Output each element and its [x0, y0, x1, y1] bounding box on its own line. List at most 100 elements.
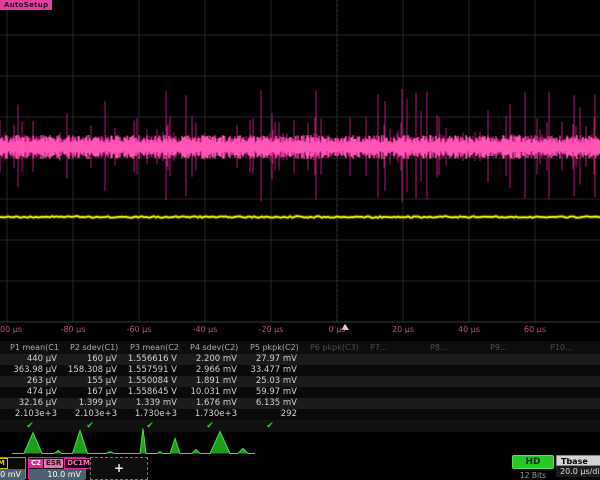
- measure-value-row: 2.103e+32.103e+31.730e+31.730e+3292: [0, 409, 600, 420]
- time-axis-label: -40 µs: [193, 325, 218, 334]
- measure-value: 1.676 mV: [180, 398, 240, 409]
- time-axis-label: -20 µs: [259, 325, 284, 334]
- measure-value: [540, 409, 600, 420]
- measure-header-row: P1 mean(C1)P2 sdev(C1)P3 mean(C2)P4 sdev…: [0, 341, 600, 354]
- measure-value: 2.966 mV: [180, 365, 240, 376]
- c2-descriptor-top: C2 ESR DC1M: [29, 458, 85, 469]
- measure-value: [480, 376, 540, 387]
- measure-value: 158.308 µV: [60, 365, 120, 376]
- measure-value: [360, 354, 420, 365]
- measure-value: [300, 409, 360, 420]
- measure-value: 160 µV: [60, 354, 120, 365]
- tbase-scale: 20.0 µs/div: [556, 466, 600, 477]
- add-trace-button[interactable]: +: [90, 457, 148, 480]
- tbase-label: Tbase: [556, 455, 600, 466]
- time-axis-label: 60 µs: [524, 325, 546, 334]
- measure-value: 32.16 µV: [0, 398, 60, 409]
- measure-value: 1.556616 V: [120, 354, 180, 365]
- histogram-trace: [12, 429, 255, 454]
- timebase-descriptor[interactable]: Tbase 20.0 µs/div: [556, 455, 600, 479]
- hd-mode-group: HD 12 Bits: [512, 455, 554, 480]
- measure-header-p5[interactable]: P5 pkpk(C2): [240, 341, 300, 354]
- c2-coupling-tag: DC1M: [64, 458, 93, 469]
- measure-value: [420, 354, 480, 365]
- measure-value: 1.558645 V: [120, 387, 180, 398]
- measure-header-p3[interactable]: P3 mean(C2): [120, 341, 180, 354]
- measure-value: [540, 376, 600, 387]
- measure-header-p10...[interactable]: P10...: [540, 341, 600, 354]
- measure-value: [300, 398, 360, 409]
- c2-scale-value: 10.0 mV: [29, 469, 85, 480]
- time-axis: -100 µs-80 µs-60 µs-40 µs-20 µs0 µs20 µs…: [0, 322, 600, 338]
- measure-value-row: 32.16 µV1.399 µV1.339 mV1.676 mV6.135 mV: [0, 398, 600, 409]
- measure-value: [540, 354, 600, 365]
- measure-value: [480, 398, 540, 409]
- channel-c1-descriptor[interactable]: C1 DC1M 10.0 mV: [0, 457, 26, 479]
- time-axis-label: -100 µs: [0, 325, 22, 334]
- measure-header-p1[interactable]: P1 mean(C1): [0, 341, 60, 354]
- measure-value: 59.97 mV: [240, 387, 300, 398]
- measure-value: 263 µV: [0, 376, 60, 387]
- oscilloscope-screen: AutoSetup -100 µs -80 µs -60 µs -40 µs -20 µ…: [0, 0, 600, 480]
- measure-value: 292: [240, 409, 300, 420]
- measure-value: 474 µV: [0, 387, 60, 398]
- adc-bits-label: 12 Bits: [512, 471, 554, 480]
- measure-value: [300, 376, 360, 387]
- measure-value: [300, 365, 360, 376]
- measure-value: [480, 409, 540, 420]
- measure-header-p8...[interactable]: P8...: [420, 341, 480, 354]
- time-axis-label: 40 µs: [458, 325, 480, 334]
- measure-header-p6[interactable]: P6 pkpk(C3): [300, 341, 360, 354]
- measure-value: [360, 376, 420, 387]
- measure-value: 2.103e+3: [0, 409, 60, 420]
- c1-scale-value: 10.0 mV: [0, 469, 25, 480]
- measurement-table: P1 mean(C1)P2 sdev(C1)P3 mean(C2)P4 sdev…: [0, 341, 600, 432]
- measure-value-row: 440 µV160 µV1.556616 V2.200 mV27.97 mV: [0, 354, 600, 365]
- measure-value-row: 263 µV155 µV1.550084 V1.891 mV25.03 mV: [0, 376, 600, 387]
- measure-value: 155 µV: [60, 376, 120, 387]
- measure-header-p4[interactable]: P4 sdev(C2): [180, 341, 240, 354]
- measure-value: 167 µV: [60, 387, 120, 398]
- measure-value: 1.339 mV: [120, 398, 180, 409]
- hd-badge[interactable]: HD: [512, 455, 554, 469]
- measure-header-p2[interactable]: P2 sdev(C1): [60, 341, 120, 354]
- measure-value: [420, 387, 480, 398]
- descriptor-bar: C1 DC1M 10.0 mV C2 ESR DC1M 10.0 mV + HD…: [0, 457, 600, 480]
- measure-value: 1.730e+3: [120, 409, 180, 420]
- measure-value-row: 474 µV167 µV1.558645 V10.031 mV59.97 mV: [0, 387, 600, 398]
- c1-coupling-tag: DC1M: [0, 458, 8, 469]
- measure-header-p9...[interactable]: P9...: [480, 341, 540, 354]
- measure-value: [420, 365, 480, 376]
- measure-value: 25.03 mV: [240, 376, 300, 387]
- time-axis-label: -60 µs: [127, 325, 152, 334]
- measure-value: [480, 365, 540, 376]
- measure-value: [540, 398, 600, 409]
- waveform-plot: [0, 0, 600, 335]
- measure-value: 1.550084 V: [120, 376, 180, 387]
- time-axis-label: -80 µs: [61, 325, 86, 334]
- histogram-strip: [0, 428, 600, 458]
- measure-value: 1.730e+3: [180, 409, 240, 420]
- measure-value: [480, 387, 540, 398]
- measure-value: 363.98 µV: [0, 365, 60, 376]
- measure-value: 2.200 mV: [180, 354, 240, 365]
- c2-eres-tag: ESR: [44, 459, 63, 468]
- measure-value: 1.891 mV: [180, 376, 240, 387]
- time-axis-label: 0 µs: [329, 325, 346, 334]
- measure-value: 2.103e+3: [60, 409, 120, 420]
- measure-value: [300, 354, 360, 365]
- measure-header-p7...[interactable]: P7...: [360, 341, 420, 354]
- measure-value: [480, 354, 540, 365]
- measure-value: [360, 365, 420, 376]
- measure-value: 10.031 mV: [180, 387, 240, 398]
- autosetup-tag[interactable]: AutoSetup: [0, 0, 52, 10]
- measure-value: 33.477 mV: [240, 365, 300, 376]
- channel-c2-descriptor[interactable]: C2 ESR DC1M 10.0 mV: [28, 457, 86, 479]
- measure-value: [420, 409, 480, 420]
- c2-label: C2: [29, 459, 43, 468]
- measure-value: [360, 398, 420, 409]
- measure-value: [540, 365, 600, 376]
- measure-value: [540, 387, 600, 398]
- measure-value: 1.399 µV: [60, 398, 120, 409]
- measure-value: 6.135 mV: [240, 398, 300, 409]
